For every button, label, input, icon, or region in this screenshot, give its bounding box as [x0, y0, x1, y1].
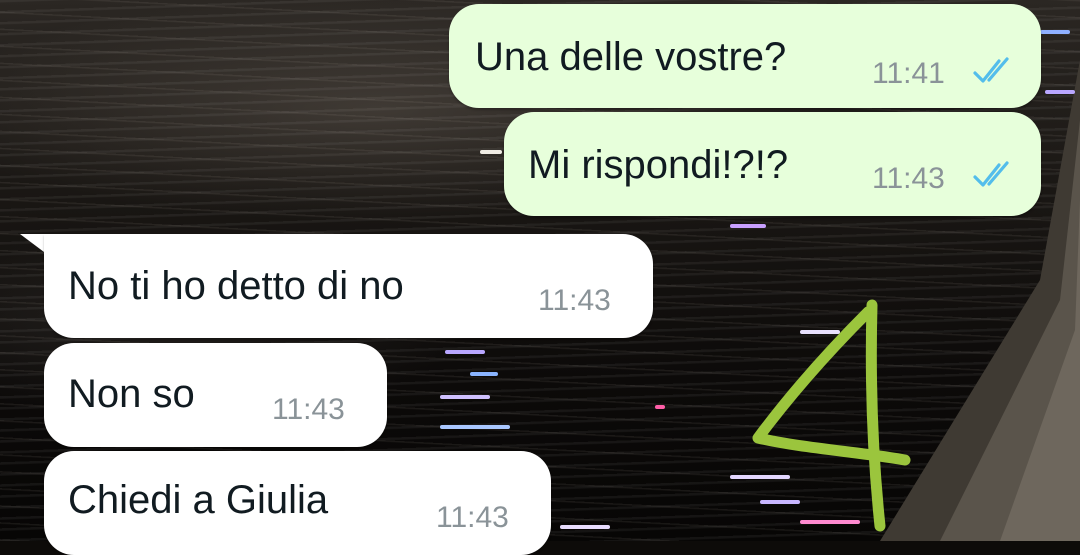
- message-bubble-outgoing[interactable]: Una delle vostre? 11:41: [449, 4, 1041, 108]
- message-text: No ti ho detto di no: [68, 264, 404, 308]
- light-reflection: [760, 500, 800, 504]
- light-reflection: [1040, 30, 1070, 34]
- message-text: Chiedi a Giulia: [68, 478, 329, 522]
- light-reflection: [730, 224, 766, 228]
- message-bubble-incoming[interactable]: No ti ho detto di no 11:43: [44, 234, 653, 338]
- message-timestamp: 11:41: [872, 57, 945, 90]
- light-reflection: [440, 425, 510, 429]
- double-check-icon: [973, 57, 1009, 83]
- message-text: Mi rispondi!?!?: [528, 143, 789, 187]
- light-reflection: [480, 150, 502, 154]
- message-timestamp: 11:43: [538, 284, 611, 317]
- double-check-icon: [973, 161, 1009, 187]
- light-reflection: [1045, 90, 1075, 94]
- message-timestamp: 11:43: [436, 501, 509, 534]
- light-reflection: [560, 525, 610, 529]
- message-text: Una delle vostre?: [475, 35, 787, 79]
- message-text: Non so: [68, 372, 195, 416]
- light-reflection: [470, 372, 498, 376]
- message-bubble-outgoing[interactable]: Mi rispondi!?!? 11:43: [504, 112, 1041, 216]
- light-reflection: [445, 350, 485, 354]
- light-reflection: [440, 395, 490, 399]
- light-reflection: [800, 520, 860, 524]
- light-reflection: [800, 330, 840, 334]
- light-reflection: [655, 405, 665, 409]
- message-timestamp: 11:43: [272, 393, 345, 426]
- message-bubble-incoming[interactable]: Chiedi a Giulia 11:43: [44, 451, 551, 555]
- message-bubble-incoming[interactable]: Non so 11:43: [44, 343, 387, 447]
- light-reflection: [730, 475, 790, 479]
- message-timestamp: 11:43: [872, 162, 945, 195]
